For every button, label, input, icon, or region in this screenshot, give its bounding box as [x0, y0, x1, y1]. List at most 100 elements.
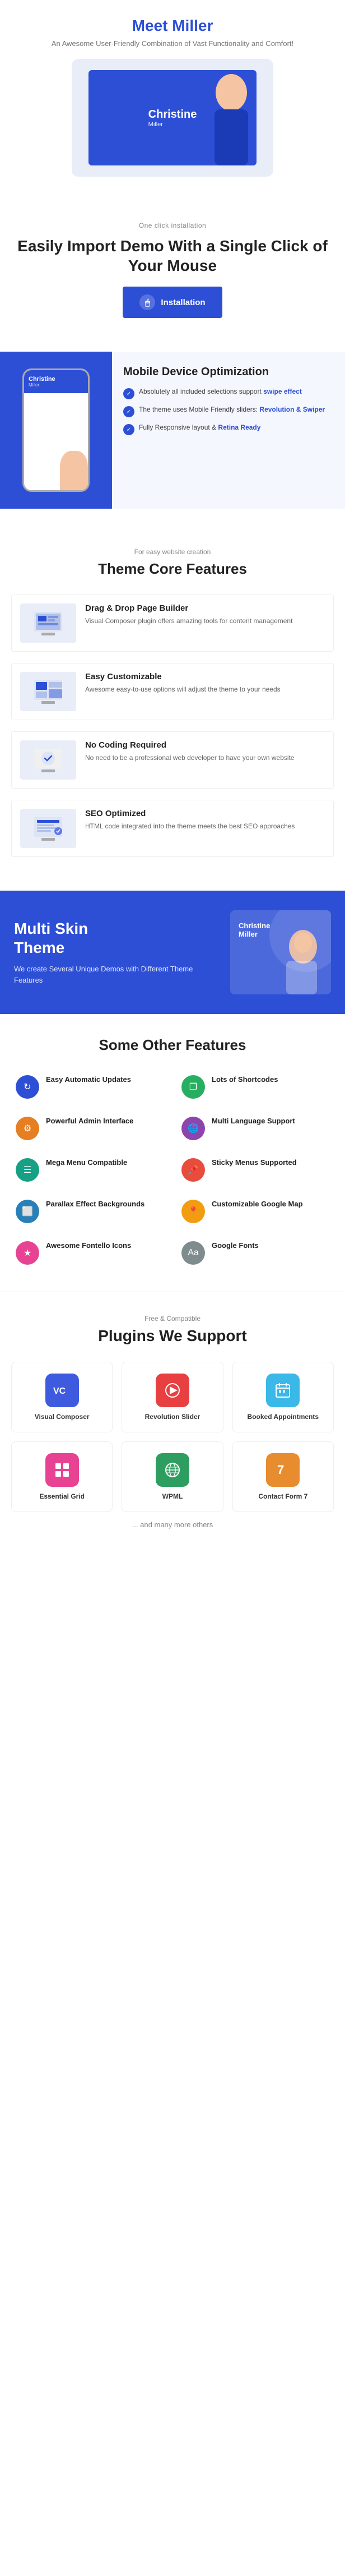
mobile-content: Mobile Device Optimization ✓ Absolutely …	[112, 352, 345, 509]
mobile-feature-icon-2: ✓	[123, 406, 134, 417]
other-feature-7: ⬜ Parallax Effect Backgrounds	[11, 1195, 168, 1228]
other-feature-9: ★ Awesome Fontello Icons	[11, 1237, 168, 1269]
other-feature-icon-6: 📌	[181, 1158, 205, 1182]
feature-card-img-3	[20, 740, 76, 780]
feature-card-body-4: SEO Optimized HTML code integrated into …	[85, 809, 295, 831]
plugins-small-label: Free & Compatible	[11, 1315, 334, 1322]
feature-card-3: No Coding Required No need to be a profe…	[11, 731, 334, 789]
other-features-grid: ↻ Easy Automatic Updates ❐ Lots of Short…	[11, 1071, 334, 1269]
hero-title-highlight: Miller	[172, 17, 213, 34]
feature-card-desc-1: Visual Composer plugin offers amazing to…	[85, 616, 292, 626]
other-feature-title-2: Lots of Shortcodes	[212, 1075, 278, 1084]
other-feature-title-1: Easy Automatic Updates	[46, 1075, 131, 1084]
feature-card-desc-3: No need to be a professional web develop…	[85, 753, 295, 763]
feature-card-desc-4: HTML code integrated into the theme meet…	[85, 821, 295, 831]
feature-card-img-4	[20, 809, 76, 848]
phone-name: Christine	[29, 376, 83, 383]
feature-card-1: Drag & Drop Page Builder Visual Composer…	[11, 595, 334, 652]
install-icon: 🖱	[139, 294, 155, 310]
hero-subtitle: An Awesome User-Friendly Combination of …	[11, 39, 334, 48]
mobile-feature-icon-1: ✓	[123, 388, 134, 399]
mobile-feature-text-3: Fully Responsive layout & Retina Ready	[139, 423, 260, 432]
plugin-name-6: Contact Form 7	[258, 1492, 307, 1500]
plugin-name-3: Booked Appointments	[248, 1413, 319, 1421]
other-feature-title-4: Multi Language Support	[212, 1117, 295, 1125]
feature-card-img-1	[20, 603, 76, 643]
other-feature-4: 🌐 Multi Language Support	[177, 1112, 334, 1145]
multiskin-heading-line2: Theme	[14, 939, 64, 956]
other-feature-1: ↻ Easy Automatic Updates	[11, 1071, 168, 1103]
feature-card-img-2	[20, 672, 76, 711]
install-button[interactable]: 🖱 Installation	[123, 287, 222, 318]
plugins-grid: VC Visual Composer Revolution Slider	[11, 1362, 334, 1512]
svg-text:7: 7	[277, 1463, 284, 1477]
plugin-card-1: VC Visual Composer	[11, 1362, 113, 1432]
mobile-feature-1: ✓ Absolutely all included selections sup…	[123, 387, 334, 399]
feature-card-desc-2: Awesome easy-to-use options will adjust …	[85, 684, 281, 694]
plugins-section: Free & Compatible Plugins We Support VC …	[0, 1292, 345, 1551]
other-feature-icon-2: ❐	[181, 1075, 205, 1099]
plugin-icon-6: 7	[266, 1453, 300, 1487]
other-feature-body-4: Multi Language Support	[212, 1117, 295, 1126]
feature-card-4: SEO Optimized HTML code integrated into …	[11, 800, 334, 857]
other-feature-title-5: Mega Menu Compatible	[46, 1158, 127, 1167]
other-feature-title-9: Awesome Fontello Icons	[46, 1241, 131, 1250]
feature-card-title-1: Drag & Drop Page Builder	[85, 603, 292, 613]
plugin-icon-2	[156, 1374, 189, 1407]
mobile-feature-text-1: Absolutely all included selections suppo…	[139, 387, 302, 397]
other-feature-icon-1: ↻	[16, 1075, 39, 1099]
other-feature-icon-5: ☰	[16, 1158, 39, 1182]
laptop-screen-content: Christine Miller	[140, 100, 206, 136]
other-feature-2: ❐ Lots of Shortcodes	[177, 1071, 334, 1103]
plugin-card-6: 7 Contact Form 7	[232, 1441, 334, 1512]
plugin-card-5: WPML	[122, 1441, 223, 1512]
multiskin-desc: We create Several Unique Demos with Diff…	[14, 964, 219, 985]
other-feature-icon-4: 🌐	[181, 1117, 205, 1140]
feature-card-title-4: SEO Optimized	[85, 809, 295, 818]
mobile-heading: Mobile Device Optimization	[123, 366, 334, 379]
hero-title: Meet Miller	[11, 17, 334, 35]
mobile-feature-text-2: The theme uses Mobile Friendly sliders: …	[139, 405, 325, 414]
install-btn-label: Installation	[161, 298, 205, 307]
other-feature-body-2: Lots of Shortcodes	[212, 1075, 278, 1085]
plugin-card-3: Booked Appointments	[232, 1362, 334, 1432]
multiskin-heading: Multi Skin Theme	[14, 919, 219, 957]
plugin-icon-1: VC	[45, 1374, 79, 1407]
plugin-icon-5	[156, 1453, 189, 1487]
other-feature-title-6: Sticky Menus Supported	[212, 1158, 297, 1167]
svg-text:VC: VC	[53, 1386, 66, 1396]
hero-title-plain: Meet	[132, 17, 172, 34]
other-feature-3: ⚙ Powerful Admin Interface	[11, 1112, 168, 1145]
phone-person	[60, 451, 88, 490]
laptop-screen: Christine Miller	[88, 70, 257, 165]
feature-card-body-3: No Coding Required No need to be a profe…	[85, 740, 295, 763]
mobile-section: Christine Miller Mobile Device Optimizat…	[0, 352, 345, 509]
plugin-icon-4	[45, 1453, 79, 1487]
import-small-label: One click installation	[17, 222, 328, 229]
plugin-card-2: Revolution Slider	[122, 1362, 223, 1432]
multiskin-image: ChristineMiller	[230, 910, 331, 994]
phone-device: Christine Miller	[22, 368, 90, 492]
other-feature-icon-8: 📍	[181, 1200, 205, 1223]
hero-section: Meet Miller An Awesome User-Friendly Com…	[0, 0, 345, 199]
other-feature-icon-10: Aa	[181, 1241, 205, 1265]
mobile-feature-2: ✓ The theme uses Mobile Friendly sliders…	[123, 405, 334, 417]
other-feature-title-10: Google Fonts	[212, 1241, 259, 1250]
other-feature-icon-7: ⬜	[16, 1200, 39, 1223]
import-heading: Easily Import Demo With a Single Click o…	[17, 236, 328, 275]
other-feature-title-3: Powerful Admin Interface	[46, 1117, 133, 1125]
plugin-name-5: WPML	[162, 1492, 183, 1500]
plugin-name-4: Essential Grid	[39, 1492, 85, 1500]
other-feature-body-8: Customizable Google Map	[212, 1200, 303, 1209]
other-feature-title-7: Parallax Effect Backgrounds	[46, 1200, 144, 1208]
feature-card-body-2: Easy Customizable Awesome easy-to-use op…	[85, 672, 281, 694]
theme-features-section: For easy website creation Theme Core Fea…	[0, 526, 345, 891]
other-feature-body-1: Easy Automatic Updates	[46, 1075, 131, 1085]
mobile-feature-icon-3: ✓	[123, 424, 134, 435]
features-small-label: For easy website creation	[11, 548, 334, 556]
feature-card-body-1: Drag & Drop Page Builder Visual Composer…	[85, 603, 292, 626]
plugin-icon-3	[266, 1374, 300, 1407]
multiskin-section: Multi Skin Theme We create Several Uniqu…	[0, 891, 345, 1014]
other-feature-body-3: Powerful Admin Interface	[46, 1117, 133, 1126]
other-feature-body-10: Google Fonts	[212, 1241, 259, 1251]
